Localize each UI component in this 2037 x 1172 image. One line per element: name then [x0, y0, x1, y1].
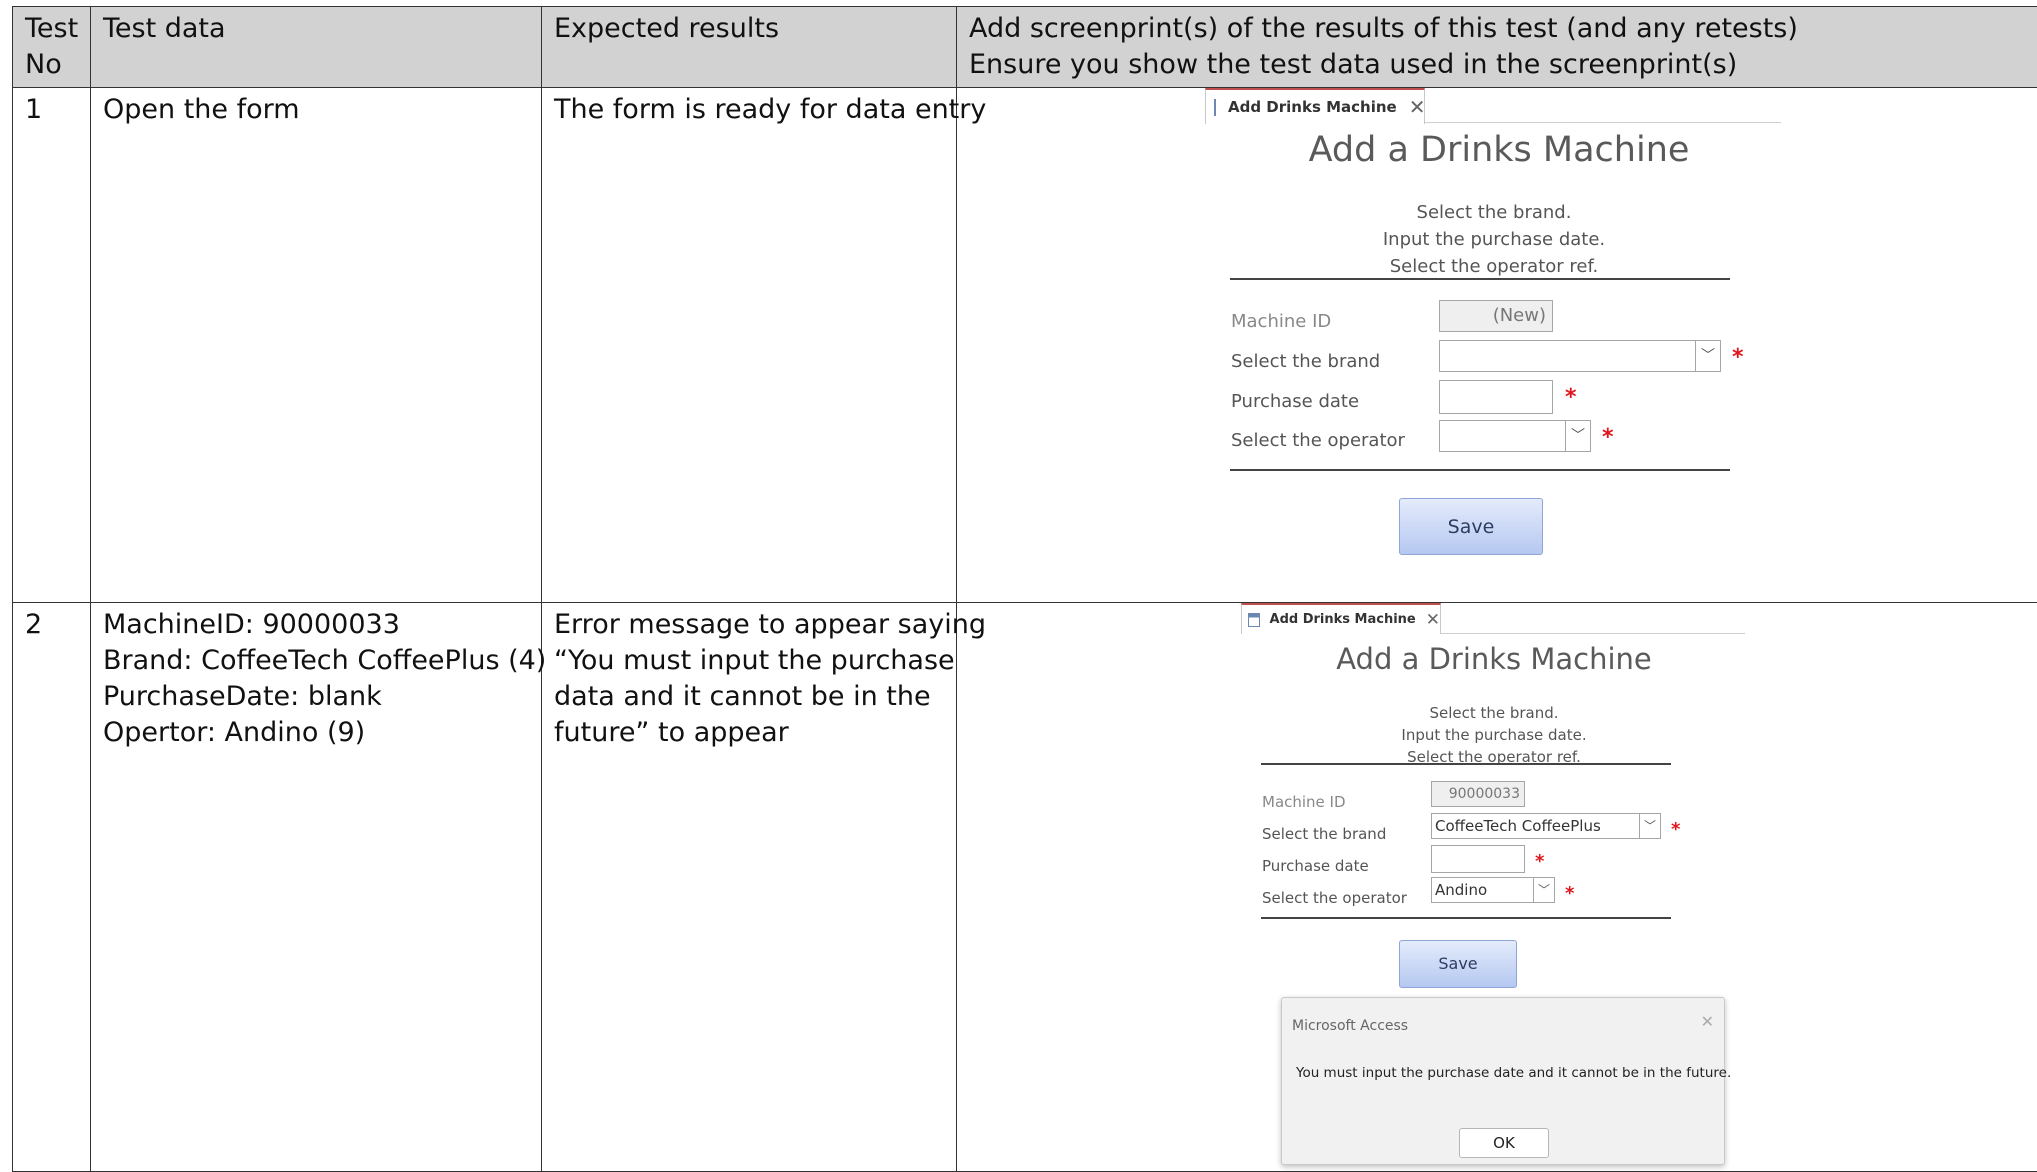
form-title: Add a Drinks Machine: [1205, 132, 1783, 168]
form-icon: [1214, 99, 1216, 116]
machine-id-field: 90000033: [1431, 781, 1525, 807]
brand-select[interactable]: CoffeeTech CoffeePlus ﹀: [1431, 813, 1661, 839]
dialog-message: You must input the purchase date and it …: [1296, 1055, 1731, 1091]
header-screenprint: Add screenprint(s) of the results of thi…: [957, 7, 2037, 88]
message-dialog: Microsoft Access ✕ You must input the pu…: [1281, 997, 1725, 1165]
table-row: 2 MachineID: 90000033 Brand: CoffeeTech …: [13, 603, 2037, 1172]
form-instruction: Select the operator ref.: [1241, 739, 1747, 775]
purchase-date-input[interactable]: [1439, 380, 1553, 414]
form-icon: [1248, 613, 1260, 627]
required-marker: *: [1602, 420, 1614, 456]
ok-button[interactable]: OK: [1459, 1128, 1549, 1158]
required-marker: *: [1565, 380, 1577, 416]
header-expected-results: Expected results: [542, 7, 957, 88]
tab-label: Add Drinks Machine: [1270, 602, 1416, 638]
purchase-date-label: Purchase date: [1262, 848, 1369, 884]
header-test-data: Test data: [91, 7, 542, 88]
brand-label: Select the brand: [1262, 816, 1386, 852]
chevron-down-icon[interactable]: ﹀: [1533, 878, 1554, 902]
close-icon[interactable]: ✕: [1426, 602, 1440, 638]
access-form-screenshot: Add Drinks Machine ✕ Add a Drinks Machin…: [1241, 603, 1747, 1163]
chevron-down-icon[interactable]: ﹀: [1639, 814, 1660, 838]
test-number: 2: [13, 603, 91, 1172]
required-marker: *: [1732, 340, 1744, 376]
expected-results-cell: Error message to appear saying “You must…: [542, 603, 957, 1172]
operator-select[interactable]: Andino ﹀: [1431, 877, 1555, 903]
machine-id-field: (New): [1439, 300, 1553, 332]
screenprint-cell: Add Drinks Machine ✕ Add a Drinks Machin…: [957, 603, 2037, 1172]
tab-add-drinks-machine[interactable]: Add Drinks Machine ✕: [1205, 88, 1425, 124]
tab-add-drinks-machine[interactable]: Add Drinks Machine ✕: [1241, 603, 1441, 634]
save-button[interactable]: Save: [1399, 498, 1543, 555]
test-data-cell: MachineID: 90000033 Brand: CoffeeTech Co…: [91, 603, 542, 1172]
operator-select[interactable]: ﹀: [1439, 420, 1591, 452]
required-marker: *: [1565, 876, 1574, 912]
operator-label: Select the operator: [1262, 880, 1407, 916]
machine-id-label: Machine ID: [1262, 784, 1346, 820]
header-row: Test No Test data Expected results Add s…: [13, 7, 2037, 88]
brand-select-value: CoffeeTech CoffeePlus: [1435, 817, 1601, 835]
operator-select-value: Andino: [1435, 881, 1487, 899]
tab-label: Add Drinks Machine: [1228, 89, 1397, 125]
dialog-title: Microsoft Access: [1292, 1008, 1408, 1044]
test-data-cell: Open the form: [91, 88, 542, 603]
required-marker: *: [1535, 844, 1544, 880]
save-button[interactable]: Save: [1399, 940, 1517, 988]
close-icon[interactable]: ✕: [1701, 1004, 1714, 1040]
divider: [1230, 278, 1730, 280]
brand-label: Select the brand: [1231, 344, 1380, 380]
machine-id-label: Machine ID: [1231, 304, 1331, 340]
close-icon[interactable]: ✕: [1409, 89, 1426, 125]
chevron-down-icon[interactable]: ﹀: [1695, 341, 1720, 371]
divider: [1261, 917, 1671, 919]
test-plan-table: Test No Test data Expected results Add s…: [12, 6, 2037, 1172]
required-marker: *: [1671, 812, 1680, 848]
expected-results-cell: The form is ready for data entry: [542, 88, 957, 603]
brand-select[interactable]: ﹀: [1439, 340, 1721, 372]
screenprint-cell: Add Drinks Machine ✕ Add a Drinks Machin…: [957, 88, 2037, 603]
purchase-date-label: Purchase date: [1231, 384, 1359, 420]
chevron-down-icon[interactable]: ﹀: [1565, 421, 1590, 451]
divider: [1261, 763, 1671, 765]
divider: [1230, 469, 1730, 471]
form-title: Add a Drinks Machine: [1241, 641, 1747, 677]
table-row: 1 Open the form The form is ready for da…: [13, 88, 2037, 603]
operator-label: Select the operator: [1231, 423, 1405, 459]
test-number: 1: [13, 88, 91, 603]
access-form-screenshot: Add Drinks Machine ✕ Add a Drinks Machin…: [1205, 88, 1783, 558]
header-test-no: Test No: [13, 7, 91, 88]
purchase-date-input[interactable]: [1431, 845, 1525, 873]
